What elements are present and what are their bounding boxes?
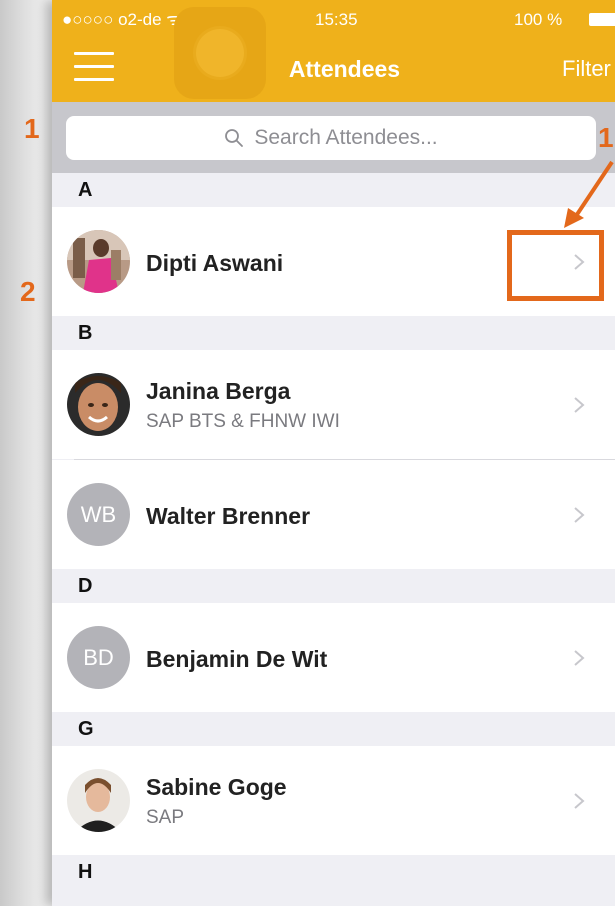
list-item[interactable]: WB Walter Brenner: [52, 460, 615, 569]
annotation-label-1-left: 1: [24, 113, 40, 144]
section-header-a: A: [52, 173, 615, 207]
chevron-right-icon: [574, 507, 585, 523]
attendee-name: Janina Berga: [146, 378, 291, 404]
status-carrier: ●○○○○ o2-de ᯤ: [62, 10, 182, 29]
battery-icon: [589, 13, 615, 26]
status-time: 15:35: [315, 10, 358, 29]
chevron-right-icon: [574, 650, 585, 666]
attendee-name: Sabine Goge: [146, 774, 287, 800]
status-battery-label: 100 %: [514, 10, 563, 29]
section-header-d: D: [52, 569, 615, 603]
attendee-affiliation: SAP: [146, 807, 185, 828]
app-icon-overlay: [174, 7, 266, 99]
page-title: Attendees: [288, 56, 401, 82]
initials-avatar: WB: [67, 483, 130, 546]
annotation-arrow-icon: [564, 160, 614, 228]
search-icon: [225, 129, 244, 147]
annotation-highlight-box: [507, 230, 604, 301]
photo-avatar-icon: [67, 230, 130, 293]
list-item[interactable]: Janina Berga SAP BTS & FHNW IWI: [52, 350, 615, 459]
attendee-name: Dipti Aswani: [146, 250, 284, 276]
section-header-b: B: [52, 316, 615, 350]
initials-avatar: BD: [67, 626, 130, 689]
list-item[interactable]: Sabine Goge SAP: [52, 746, 615, 855]
attendee-name: Walter Brenner: [146, 503, 311, 529]
photo-avatar-icon: [67, 373, 130, 436]
search-input[interactable]: Search Attendees...: [66, 116, 596, 160]
annotation-label-2-left: 2: [20, 276, 36, 307]
phone-screen: ●○○○○ o2-de ᯤ 15:35 100 % Attendees Filt…: [52, 0, 615, 906]
attendee-affiliation: SAP BTS & FHNW IWI: [146, 411, 340, 432]
search-placeholder: Search Attendees...: [254, 126, 438, 149]
photo-avatar-icon: [67, 769, 130, 832]
list-item[interactable]: BD Benjamin De Wit: [52, 603, 615, 712]
attendee-name: Benjamin De Wit: [146, 646, 328, 672]
section-header-h: H: [52, 855, 615, 889]
search-bar: Search Attendees...: [52, 102, 615, 173]
section-header-g: G: [52, 712, 615, 746]
chevron-right-icon: [574, 397, 585, 413]
filter-button[interactable]: Filter: [562, 56, 611, 82]
navigation-bar: ●○○○○ o2-de ᯤ 15:35 100 % Attendees Filt…: [52, 0, 615, 102]
annotation-label-1-right: 1: [598, 122, 614, 153]
chevron-right-icon: [574, 793, 585, 809]
